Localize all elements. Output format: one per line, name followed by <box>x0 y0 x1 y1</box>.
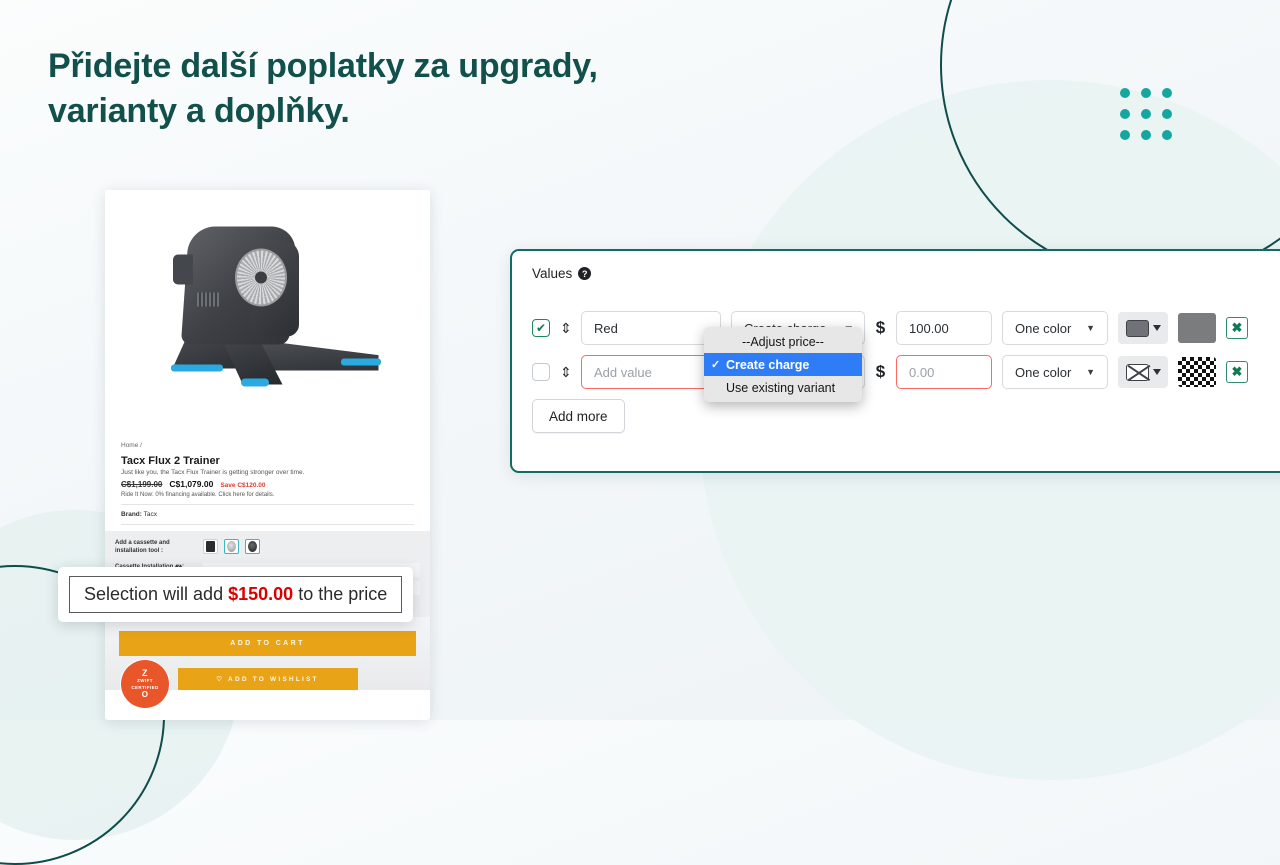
decorative-ring-top-right <box>940 0 1280 280</box>
badge-top-glyph: Z <box>142 667 148 678</box>
drag-vertical-icon[interactable]: ⇕ <box>560 321 572 335</box>
price-callout-text: Selection will add $150.00 to the price <box>69 576 403 613</box>
savings-label: Save C$120.00 <box>220 482 266 489</box>
price-callout: Selection will add $150.00 to the price <box>58 567 414 622</box>
color-preview-row-1 <box>1178 313 1216 343</box>
delete-row-2-button[interactable]: ✖ <box>1226 361 1248 383</box>
help-circle-icon[interactable]: ? <box>578 267 592 280</box>
add-to-cart-button[interactable]: ADD TO CART <box>119 631 416 657</box>
currency-symbol-row-2: $ <box>875 362 886 381</box>
cassette-swatch-group <box>203 539 260 555</box>
add-more-button[interactable]: Add more <box>532 399 625 433</box>
sale-price: C$1,079.00 <box>169 479 214 489</box>
brand-value: Tacx <box>143 511 158 518</box>
page-title-line-1: Přidejte další poplatky za upgrady, <box>48 47 598 85</box>
chevron-down-icon <box>1152 325 1161 331</box>
product-title: Tacx Flux 2 Trainer <box>121 455 220 467</box>
financing-note[interactable]: Ride It Now: 0% financing available. Cli… <box>121 492 414 505</box>
price-input-row-2[interactable]: 0.00 <box>896 355 992 389</box>
option-label-cassette: Add a cassette and installation tool : <box>115 540 170 555</box>
delete-row-1-button[interactable]: ✖ <box>1226 317 1248 339</box>
brand-row: Brand: Tacx <box>121 505 414 525</box>
chevron-down-icon: ▼ <box>1086 323 1095 333</box>
add-to-wishlist-button[interactable]: ♡ ADD TO WISHLIST <box>177 668 358 691</box>
price-block: C$1,199.00 C$1,079.00 Save C$120.00 <box>121 479 414 489</box>
option-row-cassette: Add a cassette and installation tool : <box>115 539 420 555</box>
values-panel-header: Values ? <box>532 266 592 281</box>
badge-bottom-glyph: O <box>141 690 149 700</box>
chevron-down-icon <box>1152 369 1161 375</box>
callout-prefix: Selection will add <box>84 584 224 604</box>
color-picker-row-1[interactable] <box>1118 312 1168 344</box>
value-row-1: ⇕ Red Create charge ▾ $ 100.00 One color… <box>532 311 1248 345</box>
value-row-2: ⇕ Add value ▼ $ 0.00 One color ▼ ✖ <box>532 355 1248 389</box>
chevron-down-icon: ▼ <box>1086 367 1095 377</box>
value-input-row-1[interactable]: Red <box>581 311 721 345</box>
values-panel: Values ? ⇕ Red Create charge ▾ $ 100.00 … <box>510 249 1280 473</box>
drag-vertical-icon[interactable]: ⇕ <box>560 365 572 379</box>
cassette-swatch-2[interactable] <box>224 539 239 554</box>
badge-brand: ZWIFT <box>137 677 153 683</box>
cassette-icon <box>234 248 287 307</box>
color-picker-row-2[interactable] <box>1118 356 1168 388</box>
product-preview-card: Home / Tacx Flux 2 Trainer Just like you… <box>105 190 430 720</box>
dropdown-option-create-charge[interactable]: Create charge <box>704 353 862 376</box>
no-color-icon <box>1125 363 1149 381</box>
zwift-certified-badge: Z ZWIFT CERTIFIED O <box>123 662 167 706</box>
color-chip-icon <box>1125 319 1149 337</box>
dropdown-option-use-existing-variant[interactable]: Use existing variant <box>704 376 862 399</box>
page-title: Přidejte další poplatky za upgrady, vari… <box>48 44 748 134</box>
decorative-dot-grid-icon <box>1120 88 1172 140</box>
product-subtitle: Just like you, the Tacx Flux Trainer is … <box>121 469 305 476</box>
values-label: Values <box>532 266 573 281</box>
row-enabled-checkbox[interactable] <box>532 319 550 337</box>
cassette-swatch-3[interactable] <box>245 539 260 554</box>
color-mode-select-row-1[interactable]: One color ▼ <box>1002 311 1108 345</box>
breadcrumb[interactable]: Home / <box>121 442 414 449</box>
value-input-row-2[interactable]: Add value <box>581 355 721 389</box>
row-enabled-checkbox[interactable] <box>532 363 550 381</box>
product-image <box>105 190 430 432</box>
price-input-row-1[interactable]: 100.00 <box>896 311 992 345</box>
color-mode-select-row-2[interactable]: One color ▼ <box>1002 355 1108 389</box>
callout-suffix: to the price <box>298 584 388 604</box>
page-title-line-2: varianty a doplňky. <box>48 92 350 131</box>
charge-mode-dropdown-menu[interactable]: --Adjust price-- Create charge Use exist… <box>704 327 862 402</box>
bike-trainer-illustration <box>143 219 393 404</box>
color-preview-row-2 <box>1178 357 1216 387</box>
currency-symbol-row-1: $ <box>875 318 886 337</box>
brand-label: Brand: <box>121 511 142 518</box>
cassette-swatch-1[interactable] <box>203 539 218 554</box>
original-price: C$1,199.00 <box>121 480 163 489</box>
dropdown-option-adjust-price[interactable]: --Adjust price-- <box>704 330 862 353</box>
callout-amount: $150.00 <box>228 584 294 604</box>
